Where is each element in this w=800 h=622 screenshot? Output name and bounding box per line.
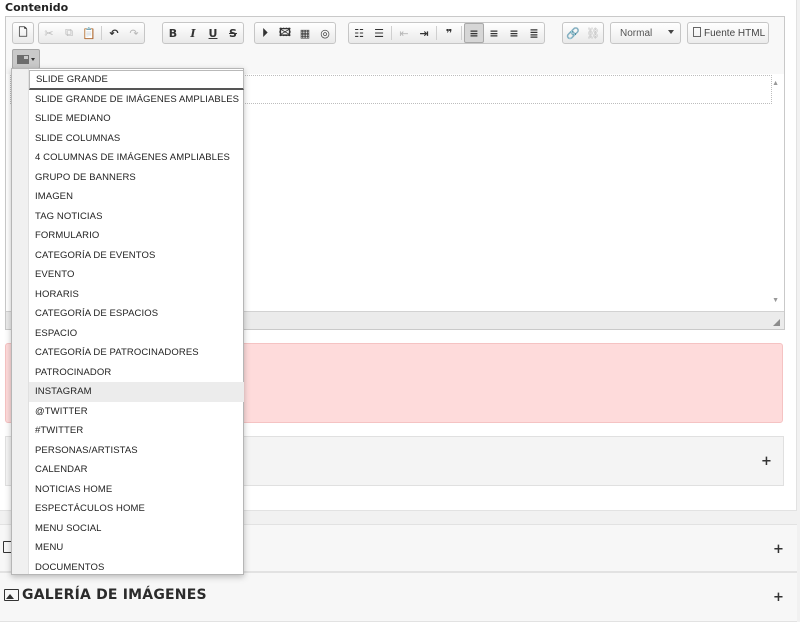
blockquote-button[interactable]: ❞: [439, 23, 459, 43]
caret-down-icon: [31, 57, 35, 61]
link-icon[interactable]: 🔗: [563, 23, 583, 43]
template-menu-item[interactable]: SLIDE COLUMNAS: [29, 129, 244, 149]
toolbar-group-document: 🗋: [12, 22, 34, 44]
template-menu-item[interactable]: PERSONAS/ARTISTAS: [29, 441, 244, 461]
template-menu-item[interactable]: 4 COLUMNAS DE IMÁGENES AMPLIABLES: [29, 148, 244, 168]
template-menu-item[interactable]: ESPACIO: [29, 324, 244, 344]
source-html-button[interactable]: Fuente HTML: [687, 22, 769, 44]
toolbar-group-basicstyles: B I U S: [162, 22, 244, 44]
unlink-icon[interactable]: ⛓: [583, 23, 603, 43]
template-menu-item[interactable]: TAG NOTICIAS: [29, 207, 244, 227]
template-menu-item[interactable]: GRUPO DE BANNERS: [29, 168, 244, 188]
source-doc-icon: [693, 27, 701, 37]
decrease-indent-icon[interactable]: ⇤: [394, 23, 414, 43]
template-menu-item[interactable]: PATROCINADOR: [29, 363, 244, 383]
toolbar-separator: [391, 26, 392, 40]
scroll-up-icon[interactable]: ▲: [772, 80, 779, 87]
template-menu-item[interactable]: SLIDE GRANDE: [29, 70, 244, 90]
resize-handle-icon[interactable]: [773, 319, 780, 326]
toolbar-group-insert: ⏵ 🖾 ▦ ◎: [254, 22, 336, 44]
toolbar-group-paragraph: ☷ ☰ ⇤ ⇥ ❞ ≡ ≡ ≡ ≣: [348, 22, 545, 44]
template-menu-item[interactable]: INSTAGRAM: [29, 382, 244, 402]
template-icon: [17, 54, 29, 64]
align-left-icon[interactable]: ≡: [464, 23, 484, 43]
bulleted-list-icon[interactable]: ☰: [369, 23, 389, 43]
expand-plus-icon[interactable]: +: [773, 590, 784, 605]
templates-dropdown-button[interactable]: [12, 49, 40, 69]
scroll-down-icon[interactable]: ▼: [772, 297, 779, 304]
iframe-icon[interactable]: ◎: [315, 23, 335, 43]
template-menu-item[interactable]: CALENDAR: [29, 460, 244, 480]
template-menu-item[interactable]: HORARIS: [29, 285, 244, 305]
template-menu-item[interactable]: DOCUMENTOS: [29, 558, 244, 578]
undo-icon[interactable]: ↶: [104, 23, 124, 43]
cut-icon[interactable]: ✂: [39, 23, 59, 43]
expand-plus-icon[interactable]: +: [773, 542, 784, 557]
template-menu-item[interactable]: ESPECTÁCULOS HOME: [29, 499, 244, 519]
align-right-icon[interactable]: ≡: [504, 23, 524, 43]
format-combo-value: Normal: [620, 28, 653, 39]
template-menu-item[interactable]: MENU SOCIAL: [29, 519, 244, 539]
source-html-label: Fuente HTML: [704, 28, 766, 39]
template-menu-item[interactable]: CATEGORÍA DE EVENTOS: [29, 246, 244, 266]
numbered-list-icon[interactable]: ☷: [349, 23, 369, 43]
italic-button[interactable]: I: [183, 23, 203, 43]
template-menu-item[interactable]: SLIDE MEDIANO: [29, 109, 244, 129]
strikethrough-button[interactable]: S: [223, 23, 243, 43]
template-menu-item[interactable]: CATEGORÍA DE ESPACIOS: [29, 304, 244, 324]
bold-button[interactable]: B: [163, 23, 183, 43]
template-menu-item[interactable]: @TWITTER: [29, 402, 244, 422]
editor-toolbar: 🗋 ✂ ⧉ 📋 ↶ ↷ B I U S ⏵ 🖾 ▦ ◎ ☷ ☰ ⇤ ⇥ ❞ ≡ …: [6, 17, 784, 73]
template-menu-item[interactable]: SLIDE GRANDE DE IMÁGENES AMPLIABLES: [29, 90, 244, 110]
toolbar-separator: [436, 26, 437, 40]
section-title-gallery: GALERÍA DE IMÁGENES: [22, 587, 207, 603]
chevron-down-icon: [668, 30, 674, 34]
align-center-icon[interactable]: ≡: [484, 23, 504, 43]
template-menu-item[interactable]: EVENTO: [29, 265, 244, 285]
template-menu-item[interactable]: MENU: [29, 538, 244, 558]
template-menu-item[interactable]: CATEGORÍA DE PATROCINADORES: [29, 343, 244, 363]
image-gallery-icon: [4, 589, 19, 601]
redo-icon[interactable]: ↷: [124, 23, 144, 43]
align-justify-icon[interactable]: ≣: [524, 23, 544, 43]
underline-button[interactable]: U: [203, 23, 223, 43]
video-icon[interactable]: ⏵: [255, 23, 275, 43]
format-combo[interactable]: Normal: [610, 22, 681, 44]
expand-plus-icon[interactable]: +: [761, 454, 772, 469]
toolbar-separator: [461, 26, 462, 40]
toolbar-group-clipboard: ✂ ⧉ 📋 ↶ ↷: [38, 22, 145, 44]
copy-icon[interactable]: ⧉: [59, 23, 79, 43]
templates-dropdown-menu: SLIDE GRANDE SLIDE GRANDE DE IMÁGENES AMP…: [11, 68, 244, 575]
image-icon[interactable]: 🖾: [275, 23, 295, 43]
template-menu-item[interactable]: NOTICIAS HOME: [29, 480, 244, 500]
field-label-contenido: Contenido: [5, 1, 69, 14]
paste-icon[interactable]: 📋: [79, 23, 99, 43]
toolbar-group-links: 🔗 ⛓: [562, 22, 604, 44]
menu-gutter: [12, 69, 29, 574]
table-icon[interactable]: ▦: [295, 23, 315, 43]
increase-indent-icon[interactable]: ⇥: [414, 23, 434, 43]
template-menu-item[interactable]: FORMULARIO: [29, 226, 244, 246]
toolbar-separator: [101, 26, 102, 40]
new-page-icon[interactable]: 🗋: [13, 23, 33, 43]
section-image-gallery[interactable]: GALERÍA DE IMÁGENES +: [0, 572, 797, 622]
template-menu-item[interactable]: IMAGEN: [29, 187, 244, 207]
template-menu-item[interactable]: #TWITTER: [29, 421, 244, 441]
